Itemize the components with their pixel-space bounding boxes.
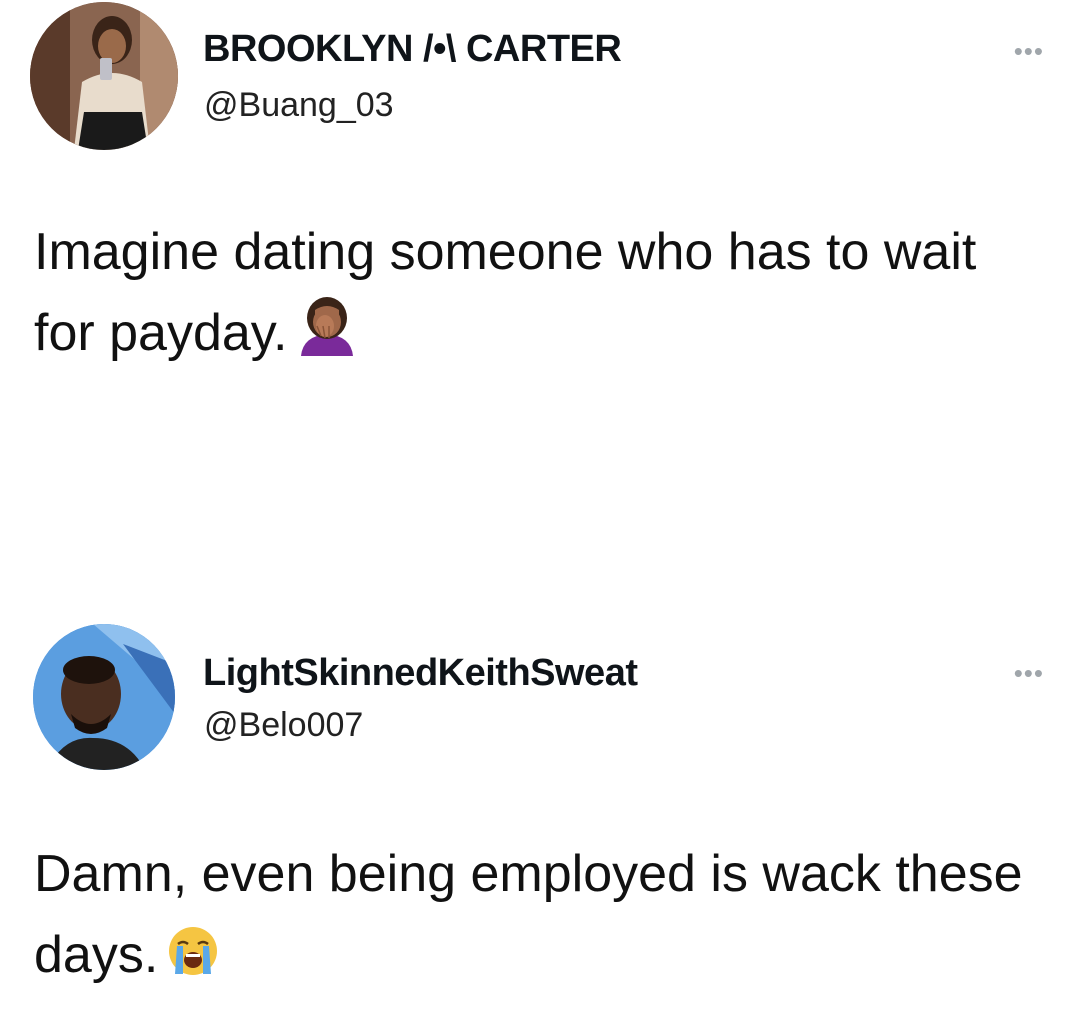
woman-facepalming-icon: [295, 296, 359, 380]
avatar-photo-icon: [33, 624, 175, 770]
display-name[interactable]: BROOKLYN /•\ CARTER: [203, 28, 622, 71]
avatar-photo-icon: [30, 2, 178, 150]
tweet-text: Damn, even being employed is wack these …: [34, 834, 1044, 1002]
more-options-icon[interactable]: •••: [1014, 36, 1044, 67]
tweet[interactable]: BROOKLYN /•\ CARTER @Buang_03 ••• Imagin…: [0, 0, 1080, 560]
display-name[interactable]: LightSkinnedKeithSweat: [203, 652, 638, 695]
tweet-body: Imagine dating someone who has to wait f…: [34, 223, 977, 362]
avatar[interactable]: [33, 624, 175, 770]
more-options-icon[interactable]: •••: [1014, 658, 1044, 689]
avatar[interactable]: [30, 2, 178, 150]
loudly-crying-face-icon: [166, 921, 220, 1002]
tweet-text: Imagine dating someone who has to wait f…: [34, 212, 1044, 380]
user-handle[interactable]: @Buang_03: [204, 86, 394, 125]
tweet[interactable]: LightSkinnedKeithSweat @Belo007 ••• Damn…: [0, 600, 1080, 1013]
user-handle[interactable]: @Belo007: [204, 706, 363, 745]
